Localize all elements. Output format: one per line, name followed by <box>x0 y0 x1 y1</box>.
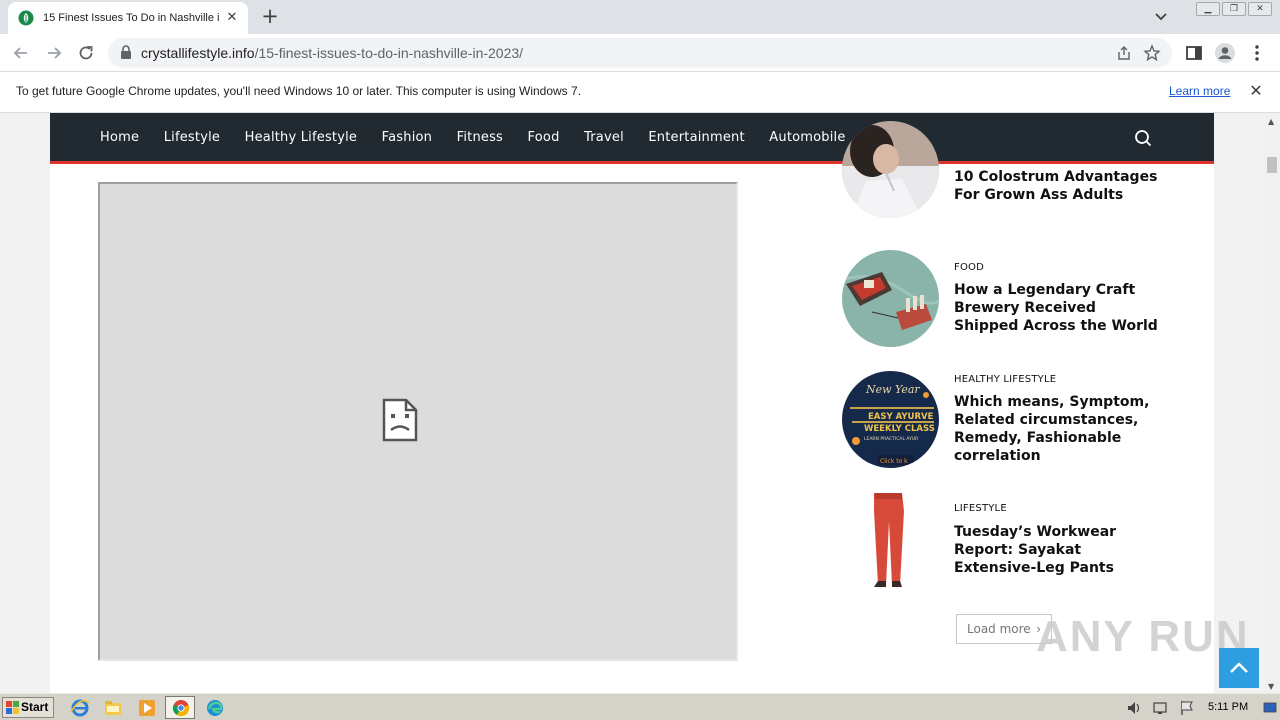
post-category[interactable]: LIFESTYLE <box>954 503 1007 514</box>
sidebar-post[interactable]: FOOD How a Legendary Craft Brewery Recei… <box>842 250 1172 350</box>
back-icon[interactable] <box>10 42 32 64</box>
thumb-text-easy: EASY AYURVE <box>868 412 934 422</box>
window-controls: ▁ ❐ ✕ <box>1196 2 1272 16</box>
nav-item-food[interactable]: Food <box>528 130 560 145</box>
profile-avatar-icon[interactable] <box>1214 42 1236 64</box>
lock-icon[interactable] <box>120 45 132 59</box>
nav-item-fashion[interactable]: Fashion <box>382 130 432 145</box>
thumb-text-weekly: WEEKLY CLASS <box>864 424 935 434</box>
broken-image-icon <box>382 398 418 442</box>
restore-button[interactable]: ❐ <box>1222 2 1246 16</box>
broken-image-placeholder <box>98 182 738 661</box>
media-player-icon[interactable] <box>137 698 157 718</box>
browser-toolbar: crystallifestyle.info/15-finest-issues-t… <box>0 34 1280 72</box>
post-title[interactable]: Tuesday’s Workwear Report: Sayakat Exten… <box>954 523 1164 577</box>
scrollbar-thumb[interactable] <box>1267 157 1277 173</box>
back-to-top-button[interactable] <box>1219 648 1259 688</box>
share-icon[interactable] <box>1116 45 1132 61</box>
system-tray-icons[interactable] <box>1124 698 1280 718</box>
url-path: /15-finest-issues-to-do-in-nashville-in-… <box>254 45 524 61</box>
tab-close-icon[interactable]: ✕ <box>224 10 240 26</box>
thumb-text-learn: LEARN PRACTICAL AYUR <box>864 436 918 442</box>
post-thumbnail-image: New Year EASY AYURVE WEEKLY CLASS LEARN … <box>842 371 939 468</box>
tab-search-chevron-icon[interactable] <box>1152 8 1170 26</box>
nav-item-healthy-lifestyle[interactable]: Healthy Lifestyle <box>245 130 358 145</box>
close-window-button[interactable]: ✕ <box>1248 2 1272 16</box>
update-infobar: To get future Google Chrome updates, you… <box>0 72 1280 113</box>
edge-icon[interactable] <box>205 698 225 718</box>
learn-more-link[interactable]: Learn more <box>1169 84 1230 98</box>
nav-menu: Home Lifestyle Healthy Lifestyle Fashion Fit… <box>100 113 928 161</box>
internet-explorer-icon[interactable] <box>70 698 90 718</box>
start-label: Start <box>21 700 49 714</box>
url-domain: crystallifestyle.info <box>141 45 255 61</box>
post-title[interactable]: 10 Colostrum Advantages For Grown Ass Ad… <box>954 168 1164 204</box>
sidebar-post[interactable]: LIFESTYLE Tuesday’s Workwear Report: Say… <box>842 491 1172 591</box>
infobar-message: To get future Google Chrome updates, you… <box>16 84 582 98</box>
windows-logo-icon <box>6 701 19 714</box>
nav-item-travel[interactable]: Travel <box>584 130 624 145</box>
taskbar-clock: 5:11 PM <box>1208 701 1249 713</box>
post-category[interactable]: HEALTHY LIFESTYLE <box>954 374 1056 385</box>
nav-item-fitness[interactable]: Fitness <box>457 130 503 145</box>
reload-icon[interactable] <box>75 42 97 64</box>
post-title[interactable]: Which means, Symptom, Related circumstan… <box>954 393 1164 465</box>
post-thumbnail[interactable]: New Year EASY AYURVE WEEKLY CLASS LEARN … <box>842 371 939 468</box>
page-viewport: Home Lifestyle Healthy Lifestyle Fashion Fit… <box>0 113 1264 693</box>
chrome-icon <box>172 700 190 717</box>
kebab-menu-icon[interactable] <box>1246 42 1268 64</box>
post-thumbnail[interactable] <box>842 121 939 218</box>
thumb-text-new-year: New Year <box>865 383 920 396</box>
nav-item-automobile[interactable]: Automobile <box>769 130 845 145</box>
infobar-close-icon[interactable]: ✕ <box>1247 82 1265 100</box>
chevron-up-icon <box>1230 662 1248 673</box>
thumb-text-click: Click to k <box>880 458 908 465</box>
load-more-label: Load more <box>967 622 1031 636</box>
address-bar[interactable]: crystallifestyle.info/15-finest-issues-t… <box>108 38 1172 68</box>
post-thumbnail-image <box>842 491 939 588</box>
post-thumbnail[interactable] <box>842 250 939 347</box>
tab-title: 15 Finest Issues To Do in Nashville in 2… <box>43 12 219 24</box>
page-container: Home Lifestyle Healthy Lifestyle Fashion Fit… <box>50 113 1214 693</box>
windows-taskbar: Start 5:11 PM <box>0 693 1280 720</box>
post-title[interactable]: How a Legendary Craft Brewery Received S… <box>954 281 1164 335</box>
start-button[interactable]: Start <box>2 697 54 718</box>
nav-item-lifestyle[interactable]: Lifestyle <box>164 130 220 145</box>
nav-item-entertainment[interactable]: Entertainment <box>648 130 744 145</box>
url-text[interactable]: crystallifestyle.info/15-finest-issues-t… <box>141 45 523 61</box>
sidebar-post[interactable]: New Year EASY AYURVE WEEKLY CLASS LEARN … <box>842 371 1172 471</box>
sidebar-post[interactable]: 10 Colostrum Advantages For Grown Ass Ad… <box>842 121 1172 229</box>
post-thumbnail-image <box>842 250 939 347</box>
post-thumbnail-image <box>842 121 939 218</box>
post-thumbnail[interactable] <box>842 491 939 588</box>
chrome-taskbar-button[interactable] <box>165 696 195 719</box>
scroll-up-arrow-icon[interactable]: ▲ <box>1268 117 1274 126</box>
tab-strip: 15 Finest Issues To Do in Nashville in 2… <box>0 0 1280 34</box>
site-favicon-icon <box>18 10 34 26</box>
new-tab-button[interactable]: + <box>259 6 281 28</box>
page-scrollbar[interactable]: ▲ ▼ <box>1264 113 1280 693</box>
scroll-down-arrow-icon[interactable]: ▼ <box>1268 682 1274 691</box>
minimize-button[interactable]: ▁ <box>1196 2 1220 16</box>
browser-tab[interactable]: 15 Finest Issues To Do in Nashville in 2… <box>8 2 248 34</box>
bookmark-star-icon[interactable] <box>1143 44 1161 62</box>
side-panel-icon[interactable] <box>1183 42 1205 64</box>
file-explorer-icon[interactable] <box>103 698 123 718</box>
forward-icon[interactable] <box>43 42 65 64</box>
post-category[interactable]: FOOD <box>954 262 984 273</box>
anyrun-watermark: ANY RUN <box>1036 612 1250 661</box>
nav-item-home[interactable]: Home <box>100 130 139 145</box>
